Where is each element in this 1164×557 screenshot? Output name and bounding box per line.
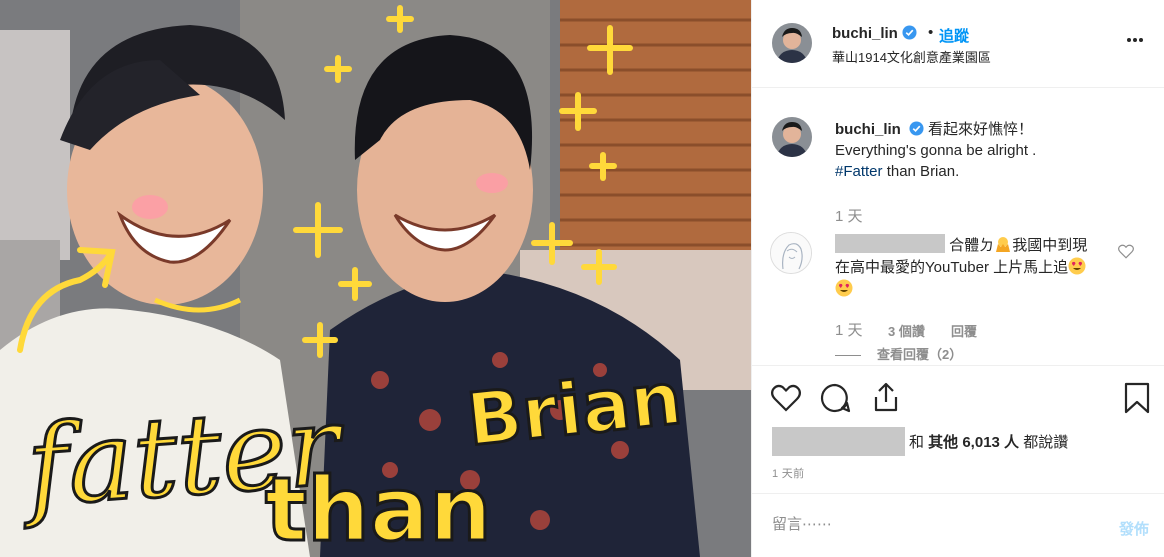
verified-badge-icon [909, 121, 924, 136]
verified-badge-icon [902, 25, 917, 40]
heart-eyes-emoji [835, 279, 853, 297]
post-caption: buchi_lin 看起來好憔悴！ Everything's gonna be … [835, 119, 1135, 182]
comment-likes-count[interactable]: 3 個讚 [888, 321, 925, 340]
likes-summary[interactable]: 和 其他 6,013 人 都說讚 [772, 427, 1068, 456]
photo-illustration: fatter than Brian [0, 0, 751, 557]
likes-and: 和 [909, 434, 929, 451]
redacted-liker-name[interactable] [772, 427, 905, 456]
comment-text-a: 合體ㄉ [949, 237, 995, 254]
post-comment-button[interactable]: 發佈 [1119, 518, 1149, 539]
comment-like-heart-icon[interactable] [1117, 242, 1135, 260]
view-replies-button[interactable]: 查看回覆（2） [835, 344, 962, 363]
author-username[interactable]: buchi_lin [832, 25, 917, 42]
follow-button[interactable]: 追蹤 [939, 25, 969, 46]
heart-eyes-emoji [1068, 257, 1086, 275]
caption-line-2: Everything's gonna be alright . [835, 142, 1037, 159]
caption-line-1: 看起來好憔悴！ [928, 121, 1034, 138]
comments-section[interactable]: buchi_lin 看起來好憔悴！ Everything's gonna be … [752, 89, 1164, 365]
likes-others-count[interactable]: 其他 6,013 人 [928, 434, 1019, 451]
heart-icon[interactable] [769, 381, 803, 415]
post-photo[interactable]: fatter than Brian [0, 0, 751, 557]
bookmark-icon[interactable] [1120, 381, 1154, 415]
view-replies-label[interactable]: 查看回覆（2） [877, 347, 962, 362]
comment-icon[interactable] [818, 381, 852, 415]
caption-time[interactable]: 1 天 [835, 205, 863, 226]
separator-dot: • [928, 24, 934, 41]
more-options-icon[interactable] [1125, 30, 1145, 50]
add-comment-bar: 發佈 [752, 493, 1164, 557]
comment-body: 合體ㄉ 我國中到現在高中最愛的YouTuber 上片馬上追 [835, 234, 1100, 301]
caption-username[interactable]: buchi_lin [835, 121, 901, 138]
likes-said: 都說讚 [1019, 434, 1069, 451]
share-icon[interactable] [869, 380, 903, 414]
post-actions: 和 其他 6,013 人 都說讚 1 天前 [752, 365, 1164, 493]
caption-line-3: than Brian. [882, 163, 960, 180]
location-link[interactable]: 華山1914文化創意產業園區 [832, 47, 991, 66]
redacted-username[interactable] [835, 234, 945, 253]
post-timestamp[interactable]: 1 天前 [772, 465, 804, 481]
comment-input[interactable] [772, 516, 1072, 533]
comment-time[interactable]: 1 天 [835, 319, 863, 340]
caption-author-avatar[interactable] [772, 117, 812, 157]
hands-emoji [996, 237, 1011, 252]
doodle-text-than: than [265, 458, 492, 557]
post-header: buchi_lin • 追蹤 華山1914文化創意產業園區 [752, 0, 1164, 88]
commenter-avatar[interactable] [770, 232, 812, 274]
author-avatar[interactable] [772, 23, 812, 63]
hashtag-link[interactable]: #Fatter [835, 163, 883, 180]
reply-button[interactable]: 回覆 [951, 321, 977, 340]
author-username-text[interactable]: buchi_lin [832, 25, 898, 42]
post-side-panel: buchi_lin • 追蹤 華山1914文化創意產業園區 buchi_lin … [751, 0, 1164, 557]
